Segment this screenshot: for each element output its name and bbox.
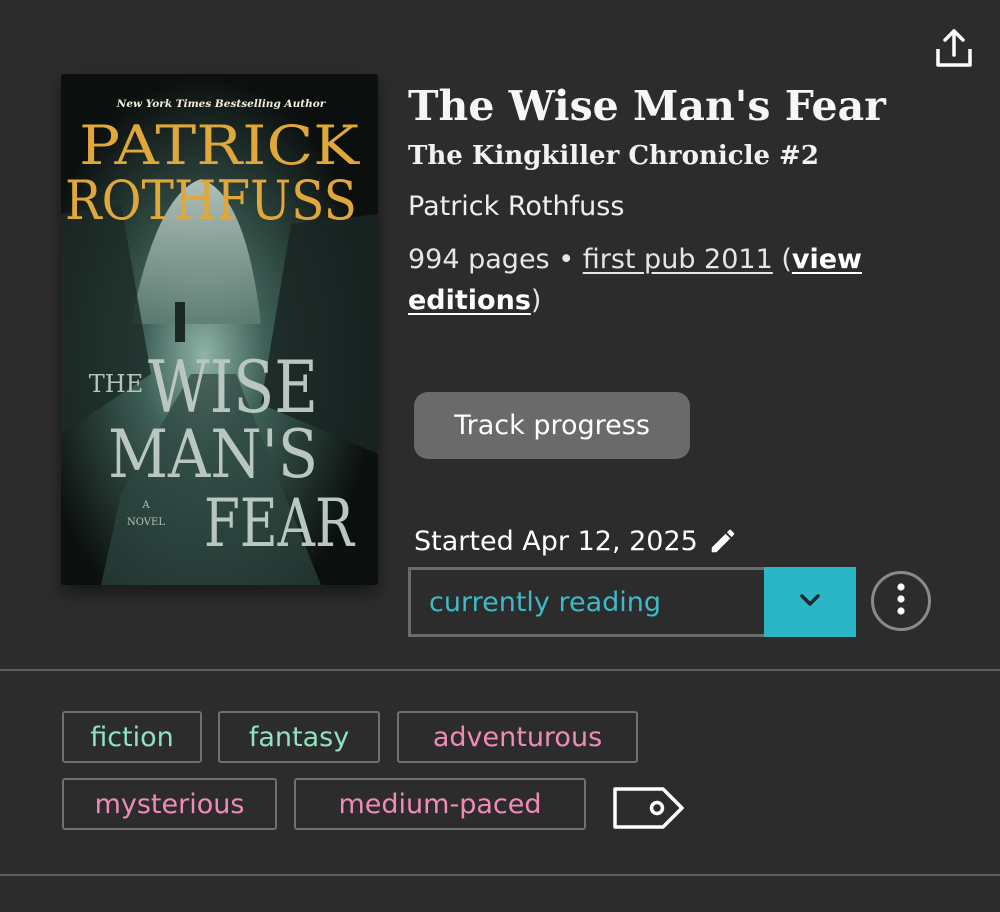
started-date: Started Apr 12, 2025 xyxy=(414,520,738,562)
section-divider xyxy=(0,669,1000,671)
share-button[interactable] xyxy=(928,26,980,74)
cover-title-the: THE xyxy=(89,370,143,398)
tag-fiction[interactable]: fiction xyxy=(62,711,202,763)
started-label: Started Apr 12, 2025 xyxy=(414,525,698,557)
chevron-down-icon xyxy=(796,591,824,613)
book-series-link[interactable]: The Kingkiller Chronicle #2 xyxy=(408,136,819,176)
reading-status-dropdown-button[interactable] xyxy=(764,567,856,637)
first-pub-link[interactable]: first pub 2011 xyxy=(583,244,773,275)
tag-fantasy[interactable]: fantasy xyxy=(218,711,380,763)
cover-author-first: PATRICK xyxy=(79,114,361,177)
book-title: The Wise Man's Fear xyxy=(408,82,886,130)
reading-status-label: currently reading xyxy=(429,586,662,618)
paren-open: ( xyxy=(772,244,792,275)
track-progress-button[interactable]: Track progress xyxy=(414,392,690,459)
cover-author-last: ROTHFUSS xyxy=(65,169,357,232)
meta-separator: • xyxy=(549,244,583,275)
paren-close: ) xyxy=(530,285,542,316)
more-options-button[interactable] xyxy=(871,571,931,631)
share-icon xyxy=(934,27,974,73)
tag-adventurous[interactable]: adventurous xyxy=(397,711,638,763)
bottom-divider xyxy=(0,874,1000,876)
cover-novel-word: NOVEL xyxy=(127,517,165,528)
reading-status-select[interactable]: currently reading xyxy=(408,567,779,637)
pencil-icon[interactable] xyxy=(708,526,738,556)
book-author-link[interactable]: Patrick Rothfuss xyxy=(408,187,624,227)
book-meta: 994 pages • first pub 2011 (view edition… xyxy=(408,239,928,321)
cover-tagline: New York Times Bestselling Author xyxy=(116,98,327,110)
more-vertical-icon xyxy=(896,582,906,620)
tag-mysterious[interactable]: mysterious xyxy=(62,778,277,830)
book-cover[interactable]: New York Times Bestselling Author PATRIC… xyxy=(61,74,378,585)
tag-icon xyxy=(612,787,686,836)
cover-novel-a: A xyxy=(141,500,150,511)
cover-title-mans: MAN'S xyxy=(108,416,318,493)
cover-title-fear: FEAR xyxy=(204,485,356,562)
tag-medium-paced[interactable]: medium-paced xyxy=(294,778,586,830)
add-tag-button[interactable] xyxy=(612,784,686,832)
page-count: 994 pages xyxy=(408,244,550,275)
